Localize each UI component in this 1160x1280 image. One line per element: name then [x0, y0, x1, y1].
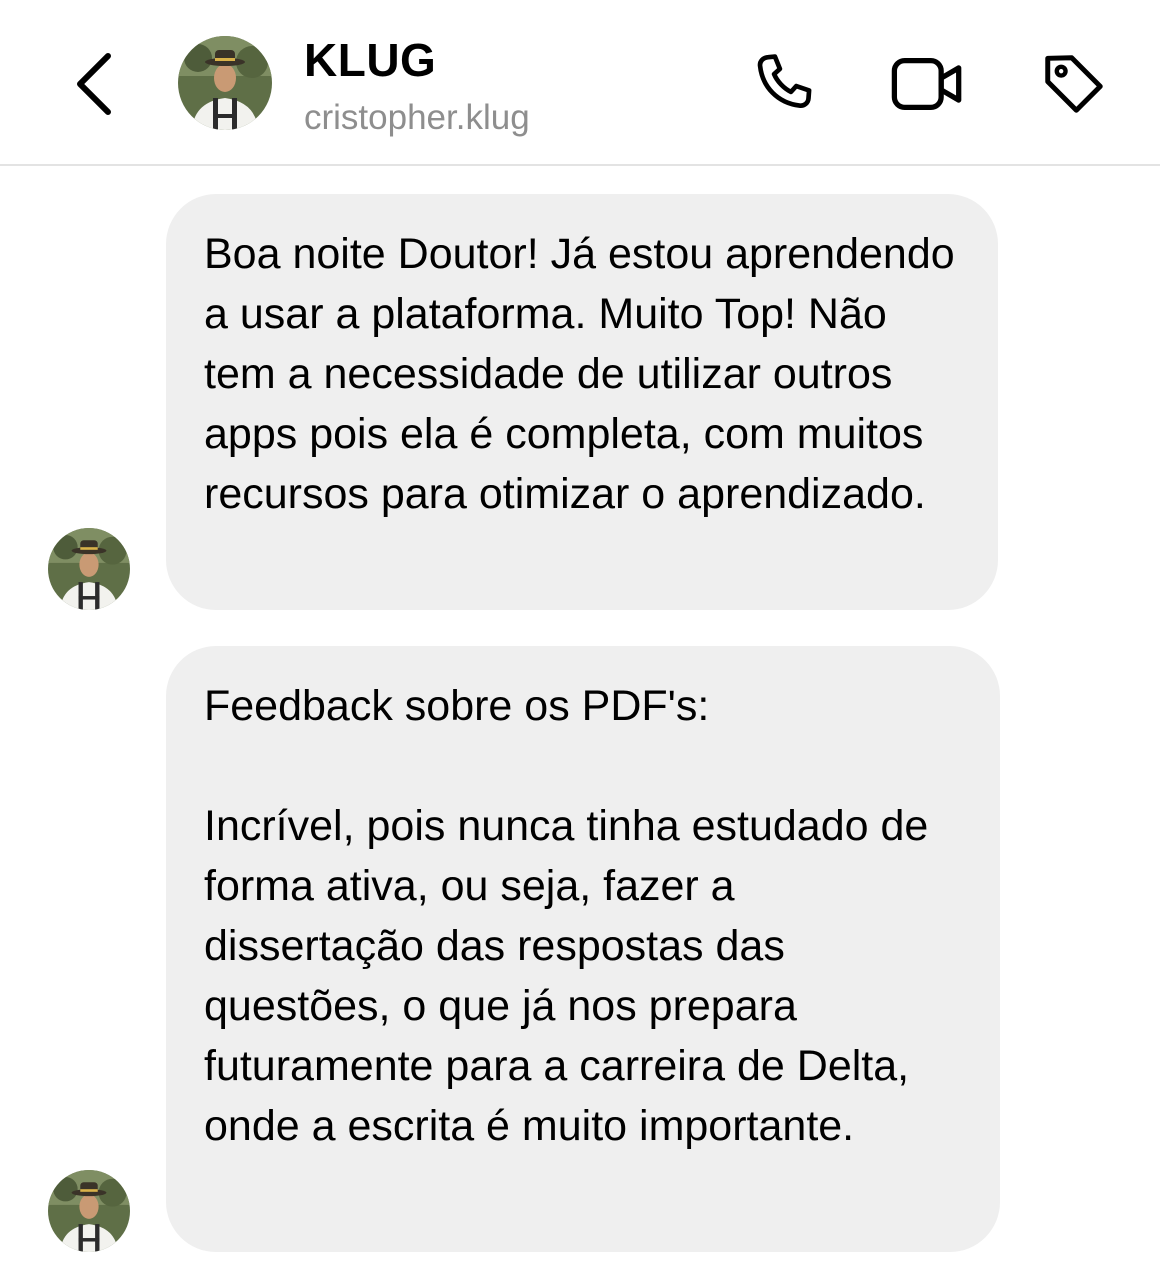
sender-avatar[interactable] [48, 528, 130, 610]
contact-name[interactable]: KLUG [304, 30, 436, 90]
back-button[interactable] [62, 44, 126, 124]
chat-screen: KLUG cristopher.klug Boa noite Doutor! J… [0, 0, 1160, 1280]
sender-avatar[interactable] [48, 1170, 130, 1252]
message-bubble[interactable]: Boa noite Doutor! Já estou aprendendo a … [166, 194, 998, 610]
contact-username[interactable]: cristopher.klug [304, 94, 530, 142]
tag-icon [1045, 55, 1103, 113]
tag-button[interactable] [1034, 44, 1114, 124]
message-bubble[interactable]: Feedback sobre os PDF's: Incrível, pois … [166, 646, 1000, 1252]
profile-photo [48, 528, 130, 610]
chevron-left-icon [77, 53, 111, 115]
profile-photo [178, 36, 272, 130]
contact-avatar[interactable] [178, 36, 272, 130]
phone-icon [757, 54, 812, 108]
profile-photo [48, 1170, 130, 1252]
video-camera-icon [891, 57, 962, 111]
audio-call-button[interactable] [744, 44, 824, 124]
chat-header: KLUG cristopher.klug [0, 0, 1160, 166]
video-call-button[interactable] [888, 44, 968, 124]
